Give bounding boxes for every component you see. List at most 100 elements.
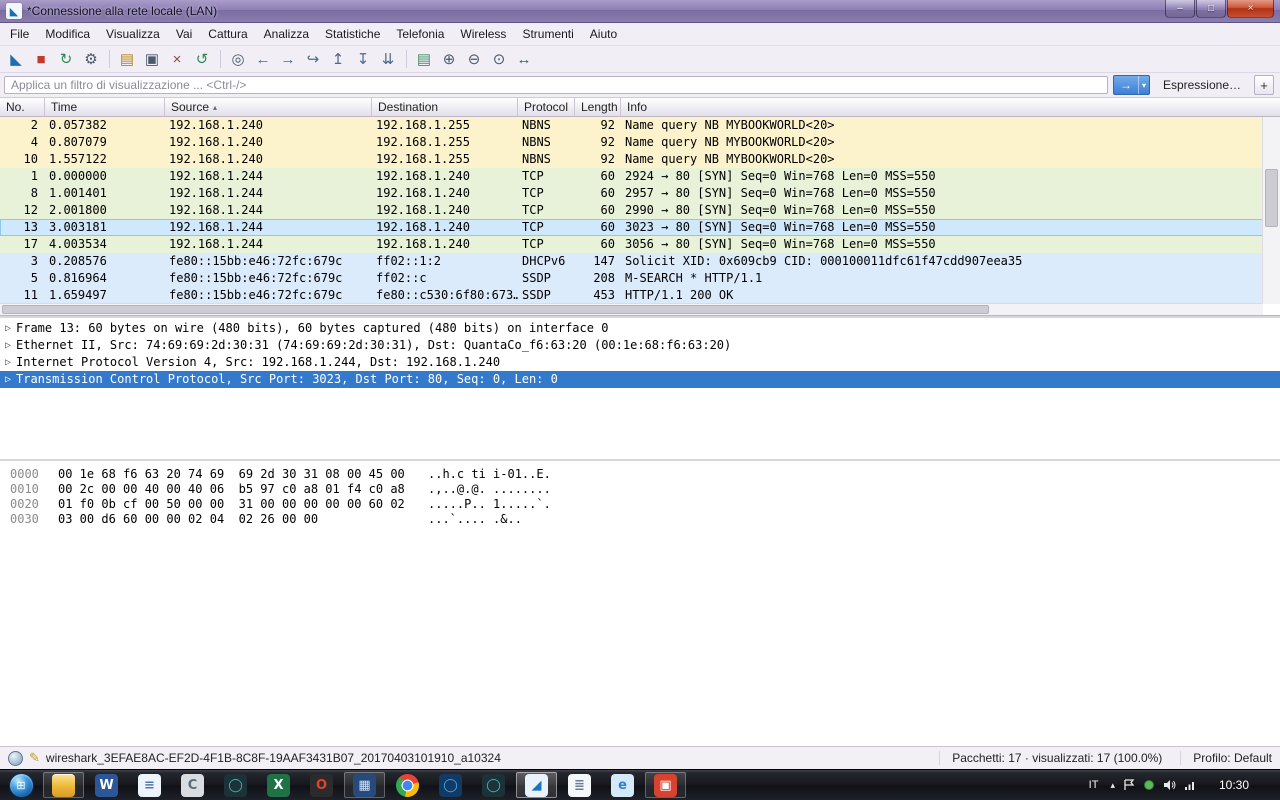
taskbar-red-app-button[interactable]: ▣ (645, 772, 686, 798)
taskbar-wireshark-button[interactable]: ◢ (516, 772, 557, 798)
tray-status-icon[interactable] (1143, 779, 1155, 791)
tray-network-icon[interactable] (1184, 779, 1197, 791)
packet-row[interactable]: 13 3.003181 192.168.1.244 192.168.1.240 … (0, 219, 1280, 236)
menu-item[interactable]: Visualizza (98, 23, 168, 45)
taskbar-teal-app-button[interactable]: ◯ (215, 772, 256, 798)
column-header-destination[interactable]: Destination (372, 98, 518, 117)
menu-item[interactable]: Aiuto (582, 23, 625, 45)
packet-row[interactable]: 4 0.807079 192.168.1.240 192.168.1.255 N… (0, 134, 1280, 151)
expand-arrow-icon[interactable]: ▷ (0, 320, 16, 337)
menu-item[interactable]: File (2, 23, 37, 45)
profile-label[interactable]: Profilo: Default (1180, 751, 1272, 765)
hex-line[interactable]: 0020 01 f0 0b cf 00 50 00 00 31 00 00 00… (0, 497, 1280, 512)
packet-row[interactable]: 12 2.001800 192.168.1.244 192.168.1.240 … (0, 202, 1280, 219)
taskbar-wordpad-button[interactable]: ≡ (129, 772, 170, 798)
taskbar-opera-button[interactable]: O (301, 772, 342, 798)
start-capture-icon[interactable]: ◣ (4, 48, 28, 70)
column-header-time[interactable]: Time (45, 98, 165, 117)
clock[interactable]: 10:30 (1205, 778, 1257, 792)
capture-options-icon[interactable]: ⚙ (79, 48, 103, 70)
packet-list-vscrollbar[interactable] (1262, 117, 1280, 304)
taskbar-blue-app-button[interactable]: ◯ (430, 772, 471, 798)
taskbar-gray-app-button[interactable]: C (172, 772, 213, 798)
last-packet-icon[interactable]: ↧ (351, 48, 375, 70)
taskbar-word-button[interactable]: W (86, 772, 127, 798)
taskbar-grid-app-button[interactable]: ▦ (344, 772, 385, 798)
menu-item[interactable]: Statistiche (317, 23, 388, 45)
zoom-in-icon[interactable]: ⊕ (437, 48, 461, 70)
autoscroll-icon[interactable]: ⇊ (376, 48, 400, 70)
packet-row[interactable]: 11 1.659497 fe80::15bb:e46:72fc:679c fe8… (0, 287, 1280, 304)
taskbar-explorer-button[interactable] (43, 772, 84, 798)
expand-arrow-icon[interactable]: ▷ (0, 337, 16, 354)
zoom-100-icon[interactable]: ⊙ (487, 48, 511, 70)
close-button[interactable]: × (1227, 0, 1274, 18)
packet-row[interactable]: 8 1.001401 192.168.1.244 192.168.1.240 T… (0, 185, 1280, 202)
menu-item[interactable]: Strumenti (514, 23, 581, 45)
column-header-length[interactable]: Length (575, 98, 621, 117)
expert-info-icon[interactable] (8, 750, 23, 766)
menu-item[interactable]: Telefonia (388, 23, 452, 45)
language-indicator[interactable]: IT (1085, 777, 1103, 793)
forward-icon[interactable]: → (276, 48, 300, 70)
packet-row[interactable]: 10 1.557122 192.168.1.240 192.168.1.255 … (0, 151, 1280, 168)
stop-capture-icon[interactable]: ■ (29, 48, 53, 70)
first-packet-icon[interactable]: ↥ (326, 48, 350, 70)
restart-capture-icon[interactable]: ↻ (54, 48, 78, 70)
column-header-info[interactable]: Info (621, 98, 1280, 117)
column-header-protocol[interactable]: Protocol (518, 98, 575, 117)
open-file-icon[interactable]: ▤ (109, 48, 139, 70)
hex-line[interactable]: 0000 00 1e 68 f6 63 20 74 69 69 2d 30 31… (0, 467, 1280, 482)
capture-comment-icon[interactable]: ✎ (29, 750, 40, 766)
packet-row[interactable]: 1 0.000000 192.168.1.244 192.168.1.240 T… (0, 168, 1280, 185)
minimize-button[interactable]: – (1165, 0, 1195, 18)
find-packet-icon[interactable]: ◎ (220, 48, 250, 70)
packet-row[interactable]: 3 0.208576 fe80::15bb:e46:72fc:679c ff02… (0, 253, 1280, 270)
packet-row[interactable]: 2 0.057382 192.168.1.240 192.168.1.255 N… (0, 117, 1280, 134)
tray-volume-icon[interactable] (1163, 779, 1176, 791)
reload-file-icon[interactable]: ↺ (190, 48, 214, 70)
menu-item[interactable]: Cattura (200, 23, 255, 45)
hscrollbar-thumb[interactable] (2, 305, 990, 314)
expand-arrow-icon[interactable]: ▷ (0, 354, 16, 371)
detail-row[interactable]: ▷ Ethernet II, Src: 74:69:69:2d:30:31 (7… (0, 337, 1280, 354)
goto-packet-icon[interactable]: ↪ (301, 48, 325, 70)
column-header-no[interactable]: No. (0, 98, 45, 117)
zoom-out-icon[interactable]: ⊖ (462, 48, 486, 70)
menu-item[interactable]: Analizza (256, 23, 317, 45)
back-icon[interactable]: ← (251, 48, 275, 70)
display-filter-input[interactable] (4, 76, 1108, 94)
add-filter-button[interactable]: + (1254, 75, 1274, 95)
start-button[interactable]: ⊞ (0, 770, 42, 800)
menu-item[interactable]: Wireless (452, 23, 514, 45)
save-file-icon[interactable]: ▣ (140, 48, 164, 70)
hex-line[interactable]: 0030 03 00 d6 60 00 00 02 04 02 26 00 00… (0, 512, 1280, 527)
packet-row[interactable]: 5 0.816964 fe80::15bb:e46:72fc:679c ff02… (0, 270, 1280, 287)
taskbar-teal-app2-button[interactable]: ◯ (473, 772, 514, 798)
apply-filter-button[interactable]: → ▾ (1112, 75, 1150, 95)
expand-arrow-icon[interactable]: ▷ (0, 371, 16, 388)
packet-list-hscrollbar[interactable] (0, 303, 1263, 315)
menu-item[interactable]: Vai (168, 23, 200, 45)
detail-row[interactable]: ▷ Frame 13: 60 bytes on wire (480 bits),… (0, 320, 1280, 337)
colorize-icon[interactable]: ▤ (406, 48, 436, 70)
filter-history-caret-icon[interactable]: ▾ (1137, 76, 1149, 94)
close-file-icon[interactable]: × (165, 48, 189, 70)
hidden-icons-chevron-icon[interactable]: ▴ (1110, 780, 1115, 791)
vscrollbar-thumb[interactable] (1265, 169, 1278, 227)
resize-columns-icon[interactable]: ↔ (512, 48, 536, 70)
menu-item[interactable]: Modifica (37, 23, 98, 45)
packet-row[interactable]: 17 4.003534 192.168.1.244 192.168.1.240 … (0, 236, 1280, 253)
detail-row[interactable]: ▷ Transmission Control Protocol, Src Por… (0, 371, 1280, 388)
expression-button[interactable]: Espressione… (1155, 78, 1249, 92)
taskbar-chrome-button[interactable] (387, 772, 428, 798)
hex-line[interactable]: 0010 00 2c 00 00 40 00 40 06 b5 97 c0 a8… (0, 482, 1280, 497)
tray-action-center-icon[interactable] (1123, 779, 1135, 791)
taskbar-notepad-button[interactable]: ≣ (559, 772, 600, 798)
packet-time: 3.003181 (49, 220, 107, 234)
taskbar-ie-button[interactable]: e (602, 772, 643, 798)
taskbar-excel-button[interactable]: X (258, 772, 299, 798)
column-header-source[interactable]: Source ▴ (165, 98, 372, 117)
maximize-button[interactable]: □ (1196, 0, 1226, 18)
detail-row[interactable]: ▷ Internet Protocol Version 4, Src: 192.… (0, 354, 1280, 371)
